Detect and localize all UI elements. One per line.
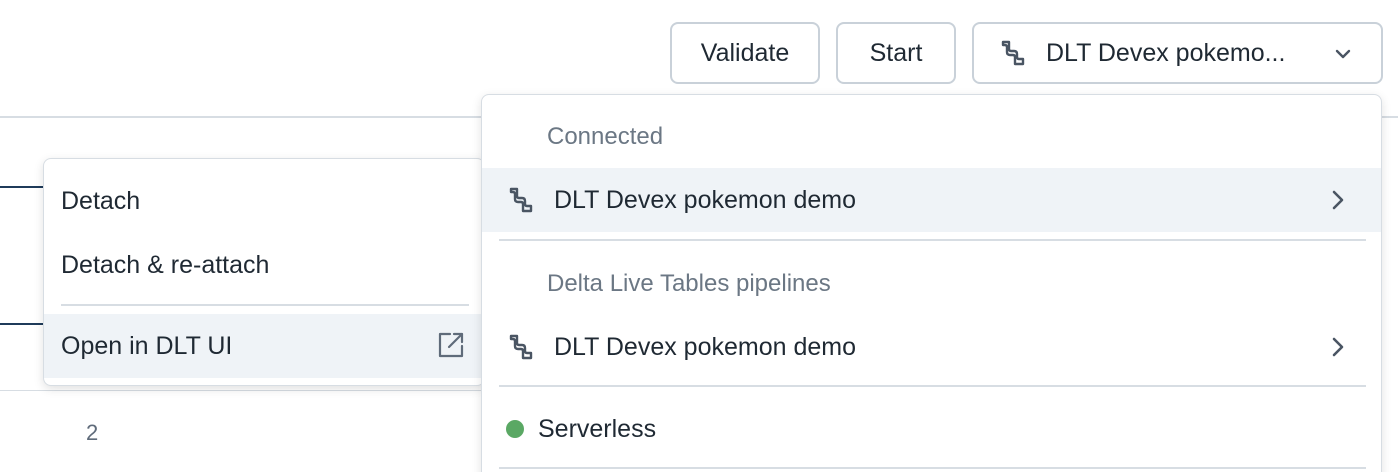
- menu-item-label: Detach & re-attach: [61, 250, 270, 279]
- pipeline-selector-label: DLT Devex pokemo...: [1046, 38, 1286, 67]
- background-divider: [0, 390, 484, 391]
- pipeline-list-item[interactable]: DLT Devex pokemon demo: [482, 315, 1381, 379]
- connected-pipeline-item[interactable]: DLT Devex pokemon demo: [482, 168, 1381, 232]
- pipeline-name: DLT Devex pokemon demo: [554, 185, 857, 214]
- pipeline-selector-button[interactable]: DLT Devex pokemo...: [972, 22, 1383, 84]
- validate-button[interactable]: Validate: [670, 22, 820, 84]
- menu-item-detach[interactable]: Detach: [44, 169, 484, 233]
- page: Validate Start DLT Devex pokemo... 2 Det…: [0, 0, 1398, 472]
- compute-name: Serverless: [538, 414, 657, 443]
- menu-item-label: Open in DLT UI: [61, 331, 233, 360]
- pipeline-dropdown: Connected DLT Devex pokemon demo Delta L…: [481, 94, 1382, 472]
- menu-item-label: Detach: [61, 186, 141, 215]
- compute-item-serverless[interactable]: Serverless: [482, 397, 1381, 461]
- chevron-right-icon: [1327, 188, 1349, 212]
- dropdown-divider: [499, 467, 1366, 469]
- start-button[interactable]: Start: [836, 22, 956, 84]
- section-label-connected: Connected: [547, 123, 664, 150]
- pipeline-name: DLT Devex pokemon demo: [554, 332, 857, 361]
- chevron-right-icon: [1327, 335, 1349, 359]
- pipeline-context-menu: Detach Detach & re-attach Open in DLT UI: [43, 158, 485, 386]
- menu-divider: [61, 304, 469, 306]
- dropdown-divider: [499, 385, 1366, 387]
- chevron-down-icon: [1333, 44, 1353, 64]
- pipeline-icon: [508, 187, 534, 213]
- status-dot-icon: [506, 420, 524, 438]
- background-line: [0, 323, 44, 325]
- section-label-pipelines: Delta Live Tables pipelines: [547, 270, 831, 297]
- row-number: 2: [86, 420, 99, 445]
- pipeline-icon: [1000, 40, 1026, 66]
- dropdown-divider: [499, 239, 1366, 241]
- pipeline-icon: [508, 334, 534, 360]
- background-line: [0, 186, 44, 188]
- menu-item-open-in-dlt-ui[interactable]: Open in DLT UI: [44, 314, 484, 378]
- external-link-icon: [436, 330, 466, 360]
- menu-item-detach-reattach[interactable]: Detach & re-attach: [44, 233, 484, 297]
